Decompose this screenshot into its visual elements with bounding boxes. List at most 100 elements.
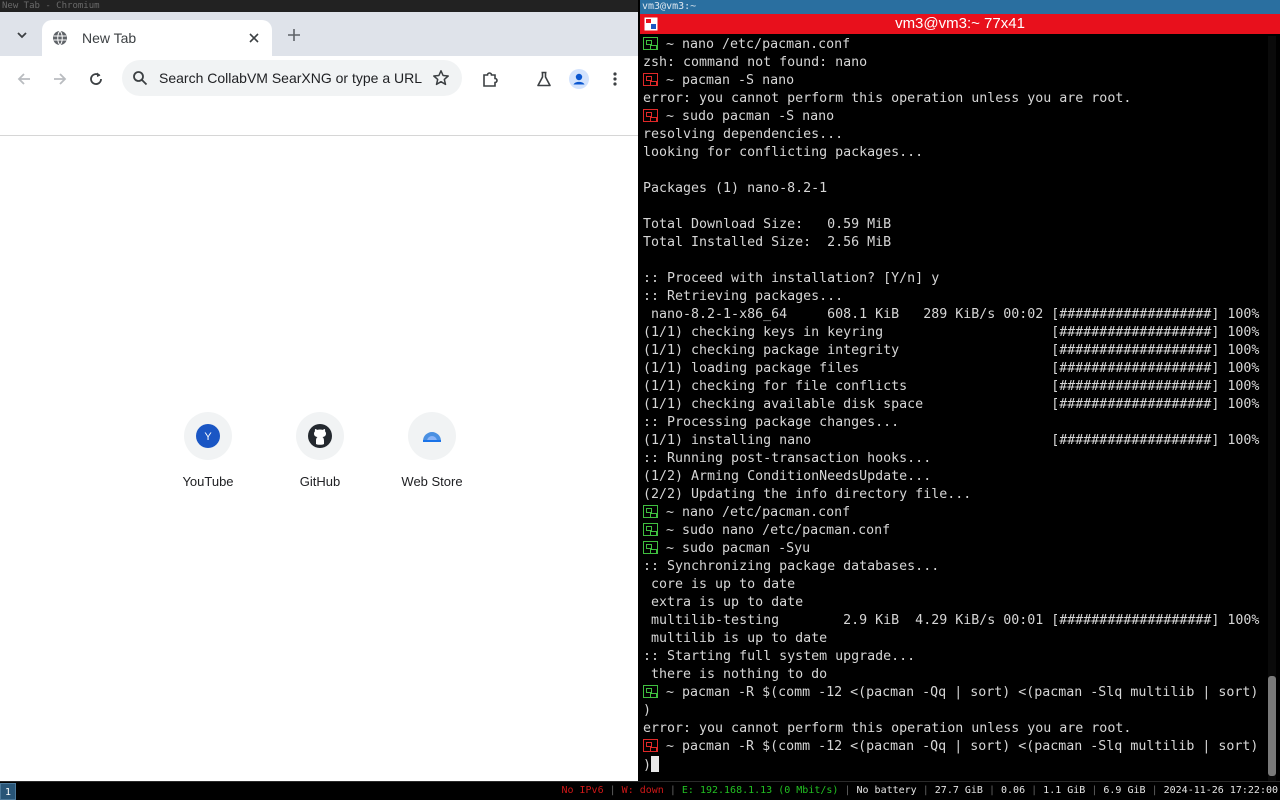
status-separator: | <box>1025 785 1044 796</box>
menu-button[interactable] <box>603 67 627 91</box>
terminal-line-text: ~ sudo pacman -S nano <box>666 109 835 124</box>
terminal-line-text: multilib-testing 2.9 KiB 4.29 KiB/s 00:0… <box>643 613 1260 628</box>
terminal-line-text: error: you cannot perform this operation… <box>643 91 1132 106</box>
terminal-line: :: Proceed with installation? [Y/n] y <box>643 270 1266 288</box>
terminal-line-text: Total Installed Size: 2.56 MiB <box>643 235 892 250</box>
terminal-line: extra is up to date <box>643 594 1266 612</box>
reload-button[interactable] <box>84 67 108 91</box>
shortcut-label: Web Store <box>401 474 463 489</box>
terminal-line: (2/2) Updating the info directory file..… <box>643 486 1266 504</box>
terminal-scrollbar[interactable] <box>1268 36 1276 781</box>
star-icon[interactable] <box>432 69 450 87</box>
new-tab-button[interactable] <box>284 25 304 45</box>
status-item: 27.7 GiB <box>934 785 983 796</box>
status-item: 2024-11-26 17:22:00 <box>1163 785 1278 796</box>
terminal-line: ) <box>643 702 1266 720</box>
extensions-button[interactable] <box>478 67 502 91</box>
terminal-line: ~ nano /etc/pacman.conf <box>643 504 1266 522</box>
terminal-line-text: (1/1) checking for file conflicts [#####… <box>643 379 1260 394</box>
prompt-error-icon <box>643 739 658 752</box>
terminal-line-text: (1/1) installing nano [#################… <box>643 433 1260 448</box>
shortcut-github[interactable]: GitHub <box>270 412 370 489</box>
status-separator: | <box>603 785 622 796</box>
browser-window: New Tab - Chromium New Tab Search Collab… <box>0 0 638 781</box>
status-separator: | <box>1145 785 1164 796</box>
terminal-line-text: ) <box>643 703 652 718</box>
terminal-line: (1/2) Arming ConditionNeedsUpdate... <box>643 468 1266 486</box>
terminal-line: :: Synchronizing package databases... <box>643 558 1266 576</box>
status-separator: | <box>916 785 935 796</box>
shortcut-youtube[interactable]: Y YouTube <box>158 412 258 489</box>
browser-toolbar: Search CollabVM SearXNG or type a URL <box>0 56 638 102</box>
terminal-line: (1/1) checking for file conflicts [#####… <box>643 378 1266 396</box>
terminal-line: Packages (1) nano-8.2-1 <box>643 180 1266 198</box>
terminal-line-text: ~ pacman -R $(comm -12 <(pacman -Qq | so… <box>666 685 1259 700</box>
terminal-line-text: ~ pacman -S nano <box>666 73 795 88</box>
labs-button[interactable] <box>532 67 556 91</box>
prompt-ok-icon <box>643 685 658 698</box>
puzzle-icon <box>483 72 498 87</box>
terminal-titlebar: vm3@vm3:~ 77x41 <box>640 14 1280 34</box>
terminal-line-text: :: Starting full system upgrade... <box>643 649 916 664</box>
shortcut-initial: Y <box>204 431 212 443</box>
shortcut-web-store[interactable]: Web Store <box>382 412 482 489</box>
prompt-ok-icon <box>643 37 658 50</box>
terminal-cursor <box>651 756 660 772</box>
terminal-icon <box>644 17 658 31</box>
status-item: No IPv6 <box>561 785 604 796</box>
terminal-line: (1/1) checking package integrity [######… <box>643 342 1266 360</box>
scrollbar-thumb[interactable] <box>1268 676 1276 776</box>
prompt-error-icon <box>643 109 658 122</box>
workspace-button[interactable]: 1 <box>0 783 16 800</box>
globe-icon <box>52 30 68 46</box>
terminal-line: :: Starting full system upgrade... <box>643 648 1266 666</box>
terminal-line-text: :: Running post-transaction hooks... <box>643 451 932 466</box>
terminal-line-text: ~ sudo nano /etc/pacman.conf <box>666 523 891 538</box>
shortcut-label: YouTube <box>182 474 234 489</box>
terminal-line: ~ pacman -S nano <box>643 72 1266 90</box>
status-separator: | <box>1085 785 1104 796</box>
status-items: No IPv6 | W: down | E: 192.168.1.13 (0 M… <box>561 782 1278 800</box>
close-icon[interactable] <box>244 28 264 48</box>
status-item: W: down <box>621 785 664 796</box>
terminal-line: error: you cannot perform this operation… <box>643 720 1266 738</box>
terminal-line: Total Installed Size: 2.56 MiB <box>643 234 1266 252</box>
profile-button[interactable] <box>567 67 591 91</box>
terminal-line-text: ) <box>643 758 652 773</box>
terminal-line: :: Retrieving packages... <box>643 288 1266 306</box>
terminal-line: :: Processing package changes... <box>643 414 1266 432</box>
terminal-line-text: :: Retrieving packages... <box>643 289 844 304</box>
status-separator: | <box>982 785 1002 796</box>
status-separator: | <box>663 785 682 796</box>
terminal-line: ~ pacman -R $(comm -12 <(pacman -Qq | so… <box>643 684 1266 702</box>
terminal-line-text: looking for conflicting packages... <box>643 145 924 160</box>
terminal-line-text: error: you cannot perform this operation… <box>643 721 1132 736</box>
terminal-line-text: extra is up to date <box>643 595 804 610</box>
terminal-line-text: (1/1) loading package files [###########… <box>643 361 1260 376</box>
terminal-line-text: multilib is up to date <box>643 631 828 646</box>
terminal-line-text: Total Download Size: 0.59 MiB <box>643 217 892 232</box>
terminal-line-text: :: Proceed with installation? [Y/n] y <box>643 271 940 286</box>
status-item: No battery <box>856 785 917 796</box>
back-button[interactable] <box>12 67 36 91</box>
terminal-line-text: (1/2) Arming ConditionNeedsUpdate... <box>643 469 932 484</box>
terminal-line: (1/1) checking available disk space [###… <box>643 396 1266 414</box>
status-item: 6.9 GiB <box>1103 785 1146 796</box>
terminal-line-text: (1/1) checking package integrity [######… <box>643 343 1260 358</box>
arrow-left-icon <box>17 73 30 85</box>
forward-button[interactable] <box>48 67 72 91</box>
tab-new-tab[interactable]: New Tab <box>42 20 272 56</box>
browser-window-title: New Tab - Chromium <box>0 0 638 12</box>
prompt-ok-icon <box>643 541 658 554</box>
terminal-line-text: (1/1) checking keys in keyring [########… <box>643 325 1260 340</box>
terminal-line: (1/1) checking keys in keyring [########… <box>643 324 1266 342</box>
prompt-ok-icon <box>643 523 658 536</box>
terminal-output[interactable]: ~ nano /etc/pacman.conf zsh: command not … <box>640 36 1266 781</box>
terminal-line-text: resolving dependencies... <box>643 127 844 142</box>
terminal-line-text: there is nothing to do <box>643 667 828 682</box>
address-bar[interactable]: Search CollabVM SearXNG or type a URL <box>122 60 462 96</box>
terminal-line: resolving dependencies... <box>643 126 1266 144</box>
terminal-line: core is up to date <box>643 576 1266 594</box>
tab-search-button[interactable] <box>12 25 32 45</box>
